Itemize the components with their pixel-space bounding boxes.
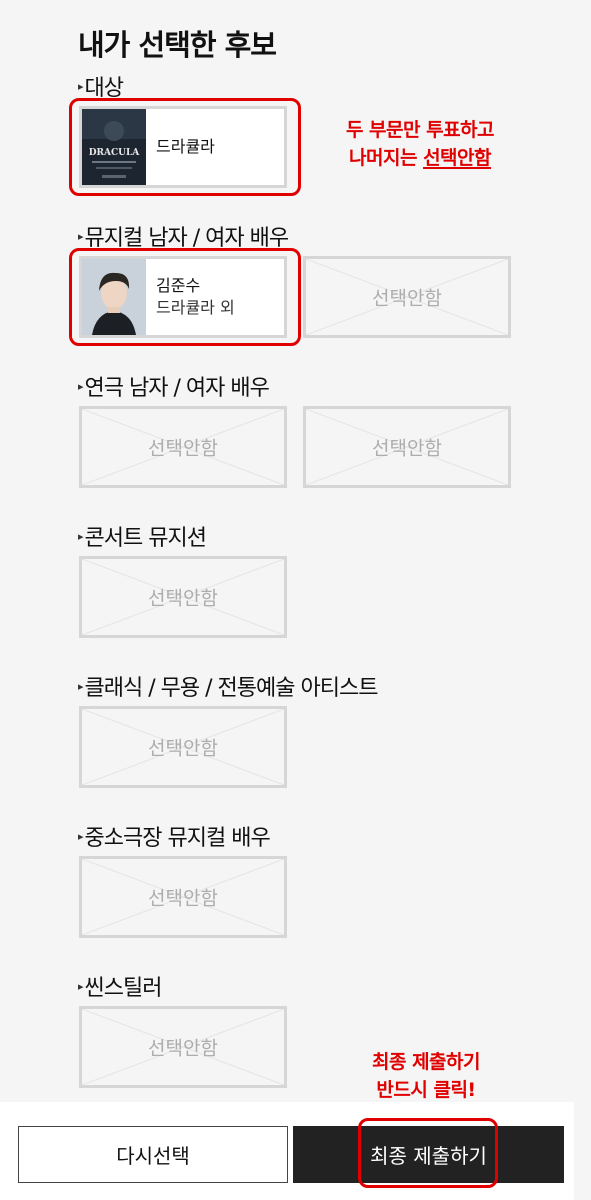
arrow-icon: ▸ xyxy=(78,979,83,993)
section-label: 중소극장 뮤지컬 배우 xyxy=(84,826,271,851)
empty-label: 선택안함 xyxy=(148,1037,218,1060)
empty-label: 선택안함 xyxy=(148,737,218,760)
section-title-small-theater: ▸ 중소극장 뮤지컬 배우 xyxy=(78,820,271,852)
empty-card[interactable]: 선택안함 xyxy=(303,256,511,338)
section-label: 씬스틸러 xyxy=(84,976,163,1001)
empty-card[interactable]: 선택안함 xyxy=(79,856,287,938)
highlight-box-musical-actor xyxy=(69,248,301,346)
reselect-button[interactable]: 다시선택 xyxy=(18,1126,288,1183)
annotation-note-top: 두 부문만 투표하고 나머지는 선택안함 xyxy=(345,119,495,169)
empty-card[interactable]: 선택안함 xyxy=(79,706,287,788)
highlight-box-daesang xyxy=(69,98,301,196)
arrow-icon: ▸ xyxy=(78,229,83,243)
section-title-play-actor: ▸ 연극 남자 / 여자 배우 xyxy=(78,370,270,402)
section-label: 콘서트 뮤지션 xyxy=(84,526,207,551)
empty-card[interactable]: 선택안함 xyxy=(79,1006,287,1088)
arrow-icon: ▸ xyxy=(78,529,83,543)
section-label: 연극 남자 / 여자 배우 xyxy=(84,376,270,401)
empty-card[interactable]: 선택안함 xyxy=(79,406,287,488)
arrow-icon: ▸ xyxy=(78,379,83,393)
section-title-classical: ▸ 클래식 / 무용 / 전통예술 아티스트 xyxy=(78,670,379,702)
section-title-concert: ▸ 콘서트 뮤지션 xyxy=(78,520,207,552)
empty-label: 선택안함 xyxy=(148,437,218,460)
empty-card[interactable]: 선택안함 xyxy=(79,556,287,638)
section-title-scene-stealer: ▸ 씬스틸러 xyxy=(78,970,162,1002)
arrow-icon: ▸ xyxy=(78,679,83,693)
empty-label: 선택안함 xyxy=(148,587,218,610)
empty-label: 선택안함 xyxy=(148,887,218,910)
empty-label: 선택안함 xyxy=(372,287,442,310)
empty-card[interactable]: 선택안함 xyxy=(303,406,511,488)
empty-label: 선택안함 xyxy=(372,437,442,460)
arrow-icon: ▸ xyxy=(78,79,83,93)
highlight-box-submit xyxy=(358,1118,498,1188)
page-title: 내가 선택한 후보 xyxy=(78,28,277,62)
arrow-icon: ▸ xyxy=(78,829,83,843)
annotation-note-bottom: 최종 제출하기 반드시 클릭! xyxy=(372,1051,481,1101)
section-label: 클래식 / 무용 / 전통예술 아티스트 xyxy=(84,676,379,701)
